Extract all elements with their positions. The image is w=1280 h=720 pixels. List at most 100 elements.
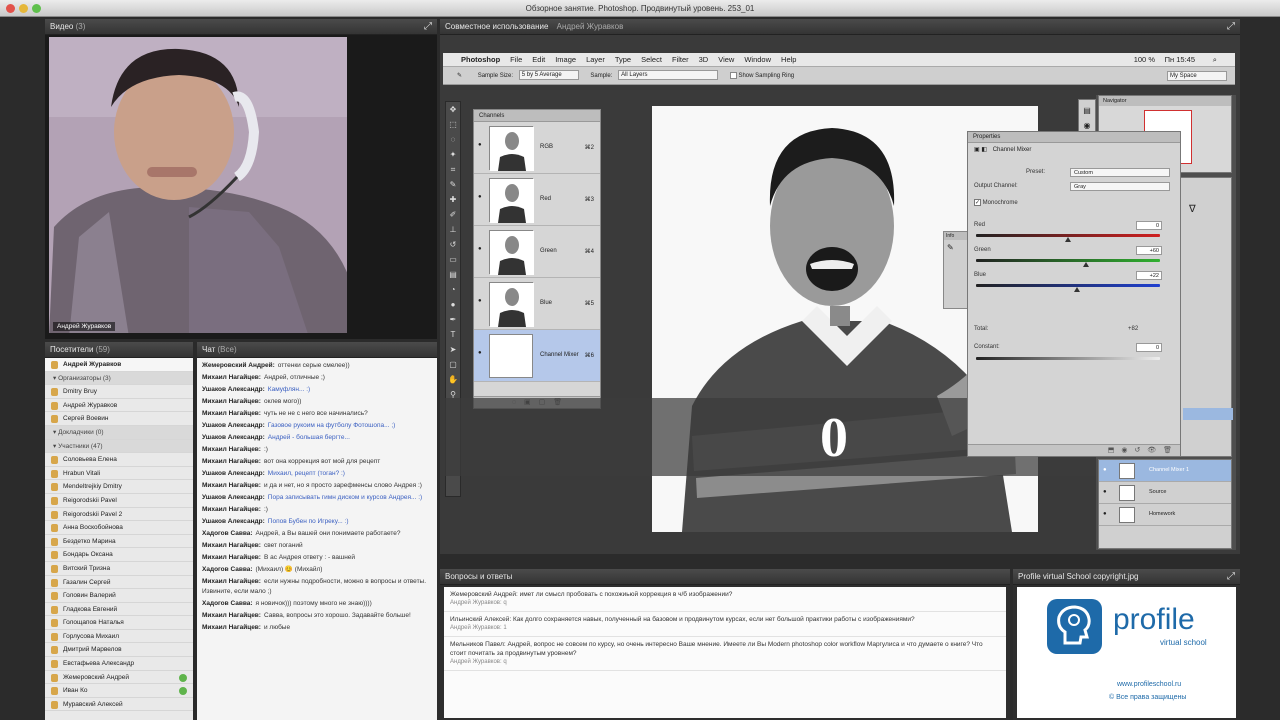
eye-icon[interactable]: ● (478, 194, 482, 200)
eye-icon[interactable]: ● (1103, 511, 1107, 517)
monochrome-checkbox[interactable]: ✓ (974, 199, 981, 206)
participant-row[interactable]: Горлусова Михаил (45, 630, 193, 644)
menu-item[interactable]: File (510, 55, 522, 64)
menu-item[interactable]: Type (615, 55, 631, 64)
eye-icon[interactable]: ● (478, 298, 482, 304)
participant-row[interactable]: Бездетко Марина (45, 535, 193, 549)
shape-tool-icon[interactable]: ▢ (446, 358, 460, 372)
menu-item[interactable]: 3D (699, 55, 709, 64)
visibility-icon[interactable]: 👁 (1147, 447, 1156, 454)
menu-item[interactable]: Window (744, 55, 771, 64)
slider-value-input[interactable]: +60 (1136, 246, 1162, 255)
menu-item[interactable]: Help (781, 55, 796, 64)
brush-tool-icon[interactable]: ✐ (446, 208, 460, 222)
slider-knob[interactable] (1065, 237, 1071, 242)
marquee-tool-icon[interactable]: ⬚ (446, 118, 460, 132)
mixer-slider[interactable] (976, 284, 1160, 292)
move-tool-icon[interactable]: ✥ (446, 103, 460, 117)
participants-group-header[interactable]: ▾ Участники (47) (45, 439, 193, 454)
slider-value-input[interactable]: +22 (1136, 271, 1162, 280)
menu-item[interactable]: View (718, 55, 734, 64)
eye-icon[interactable]: ● (478, 142, 482, 148)
reset-icon[interactable]: ↺ (1134, 447, 1140, 454)
layer-row[interactable]: ● Channel Mixer 1 (1099, 460, 1231, 482)
sample-select[interactable]: All Layers (618, 70, 719, 81)
channel-row[interactable]: ● Channel Mixer ⌘6 (474, 330, 600, 382)
type-tool-icon[interactable]: T (446, 328, 460, 342)
participant-row[interactable]: Витский Тризна (45, 562, 193, 576)
view-previous-icon[interactable]: ◉ (1121, 447, 1127, 454)
panel-icon[interactable]: ▤ (1079, 106, 1095, 115)
healing-tool-icon[interactable]: ✚ (446, 193, 460, 207)
lasso-tool-icon[interactable]: ◌ (446, 133, 460, 147)
quick-select-tool-icon[interactable]: ✦ (446, 148, 460, 162)
participant-row[interactable]: Андрей Журавков (45, 399, 193, 413)
delete-icon[interactable]: 🗑 (1163, 447, 1172, 454)
participant-row[interactable]: Газалин Сергей (45, 576, 193, 590)
participant-row[interactable]: Анна Воскобойнова (45, 521, 193, 535)
gradient-tool-icon[interactable]: ▤ (446, 268, 460, 282)
close-window-button[interactable] (6, 4, 15, 13)
menu-item[interactable]: Filter (672, 55, 689, 64)
participant-row[interactable]: Евстафьева Александр (45, 657, 193, 671)
participant-row[interactable]: Гладкова Евгений (45, 603, 193, 617)
eyedropper-icon[interactable]: ✎ (457, 73, 462, 79)
menu-item[interactable]: Edit (532, 55, 545, 64)
stamp-tool-icon[interactable]: ⊥ (446, 223, 460, 237)
constant-value[interactable]: 0 (1136, 343, 1162, 352)
channel-row[interactable]: ● Red ⌘3 (474, 174, 600, 226)
participant-row[interactable]: Бондарь Оксана (45, 548, 193, 562)
participant-row[interactable]: Иван Ко (45, 684, 193, 698)
qa-item[interactable]: Ильинский Алексей: Как долго сохраняется… (444, 612, 1006, 637)
expand-icon[interactable]: ⤢ (424, 19, 432, 35)
pen-tool-icon[interactable]: ✒ (446, 313, 460, 327)
slider-knob[interactable] (1074, 287, 1081, 292)
channel-row[interactable]: ● RGB ⌘2 (474, 122, 600, 174)
eraser-tool-icon[interactable]: ▭ (446, 253, 460, 267)
participant-row[interactable]: Голощапов Наталья (45, 616, 193, 630)
participants-group-header[interactable]: ▾ Докладчики (0) (45, 425, 193, 440)
menu-item[interactable]: Photoshop (461, 55, 500, 64)
dodge-tool-icon[interactable]: ● (446, 298, 460, 312)
chat-messages[interactable]: Жемеровский Андрей: оттенки серые смелее)… (197, 358, 437, 634)
menu-item[interactable]: Image (555, 55, 576, 64)
crop-tool-icon[interactable]: ⌗ (446, 163, 460, 177)
preset-select[interactable]: Custom (1070, 168, 1170, 177)
participant-row[interactable]: Сергей Воевин (45, 412, 193, 426)
zoom-window-button[interactable] (32, 4, 41, 13)
participant-row[interactable]: Dmitry Bruy (45, 385, 193, 399)
participant-row[interactable]: Reigorodskii Pavel 2 (45, 508, 193, 522)
participant-row[interactable]: Hrabun Vitali (45, 467, 193, 481)
clip-icon[interactable]: ⬒ (1108, 447, 1115, 454)
eye-icon[interactable]: ● (1103, 467, 1107, 473)
minimize-window-button[interactable] (19, 4, 28, 13)
eyedropper-tool-icon[interactable]: ✎ (446, 178, 460, 192)
channel-row[interactable]: ● Blue ⌘5 (474, 278, 600, 330)
qa-list[interactable]: Жемеровский Андрей: имет ли смысл пробов… (444, 587, 1006, 718)
qa-item[interactable]: Жемеровский Андрей: имет ли смысл пробов… (444, 587, 1006, 612)
channel-row[interactable]: ● Green ⌘4 (474, 226, 600, 278)
adjustment-icon[interactable]: ∇ (1189, 204, 1231, 215)
participant-row[interactable]: Головин Валерий (45, 589, 193, 603)
path-select-icon[interactable]: ➤ (446, 343, 460, 357)
participant-row[interactable]: Дмитрий Марвелов (45, 643, 193, 658)
participant-row[interactable]: Mendeltrejkiy Dmitry (45, 480, 193, 494)
eye-icon[interactable]: ● (1103, 489, 1107, 495)
participant-row[interactable]: Жемеровский Андрей (45, 671, 193, 685)
panel-icon[interactable]: ◉ (1079, 121, 1095, 130)
output-select[interactable]: Gray (1070, 182, 1170, 191)
expand-icon[interactable]: ⤢ (1227, 19, 1235, 35)
blur-tool-icon[interactable]: ◔ (446, 283, 460, 297)
constant-slider[interactable] (976, 357, 1160, 360)
eye-icon[interactable]: ● (478, 246, 482, 252)
expand-icon[interactable]: ⤢ (1227, 569, 1235, 585)
history-brush-icon[interactable]: ↺ (446, 238, 460, 252)
current-user-row[interactable]: Андрей Журавков (45, 358, 193, 372)
mixer-slider[interactable] (976, 234, 1160, 242)
participant-row[interactable]: Муравский Алексей (45, 698, 193, 712)
brand-url[interactable]: www.profileschool.ru (1117, 681, 1181, 688)
participant-row[interactable]: Соловьева Елена (45, 453, 193, 467)
qa-item[interactable]: Мельников Павел: Андрей, вопрос не совсе… (444, 637, 1006, 671)
slider-knob[interactable] (1083, 262, 1090, 267)
mixer-slider[interactable] (976, 259, 1160, 267)
